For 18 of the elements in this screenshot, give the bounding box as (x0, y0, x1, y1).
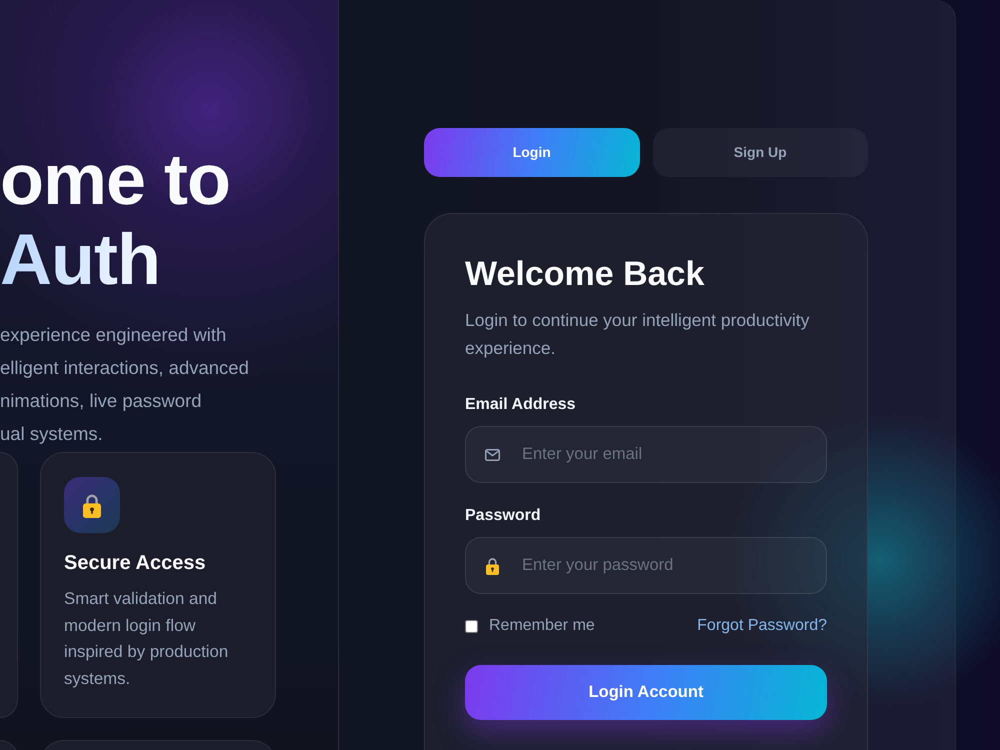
forgot-password-link[interactable]: Forgot Password? (697, 614, 827, 638)
envelope-icon (485, 448, 500, 460)
form-subtitle: Login to continue your intelligent productivity experience. (465, 309, 810, 360)
hero-description: experience engineered with elligent interactions, advanced nimations, live password ual systems. (0, 323, 250, 446)
feature-title: Secure Access (64, 551, 207, 576)
remember-checkbox[interactable] (465, 620, 478, 632)
auth-tab[interactable]: Login (424, 128, 640, 177)
field-label: Password (465, 506, 542, 526)
remember-label: Remember me (489, 616, 595, 636)
form-title: Welcome Back (465, 254, 706, 294)
login-button[interactable]: Login Account (465, 665, 827, 720)
padlock-icon (486, 556, 499, 574)
hero-heading: ome to Auth (0, 140, 232, 300)
feature-card (0, 740, 18, 750)
feature-description: Smart validation and modern login flow inspired by production systems. (64, 588, 230, 690)
field-label: Email Address (465, 395, 577, 415)
padlock-icon (64, 477, 120, 533)
auth-tab[interactable]: Sign Up (652, 128, 868, 177)
